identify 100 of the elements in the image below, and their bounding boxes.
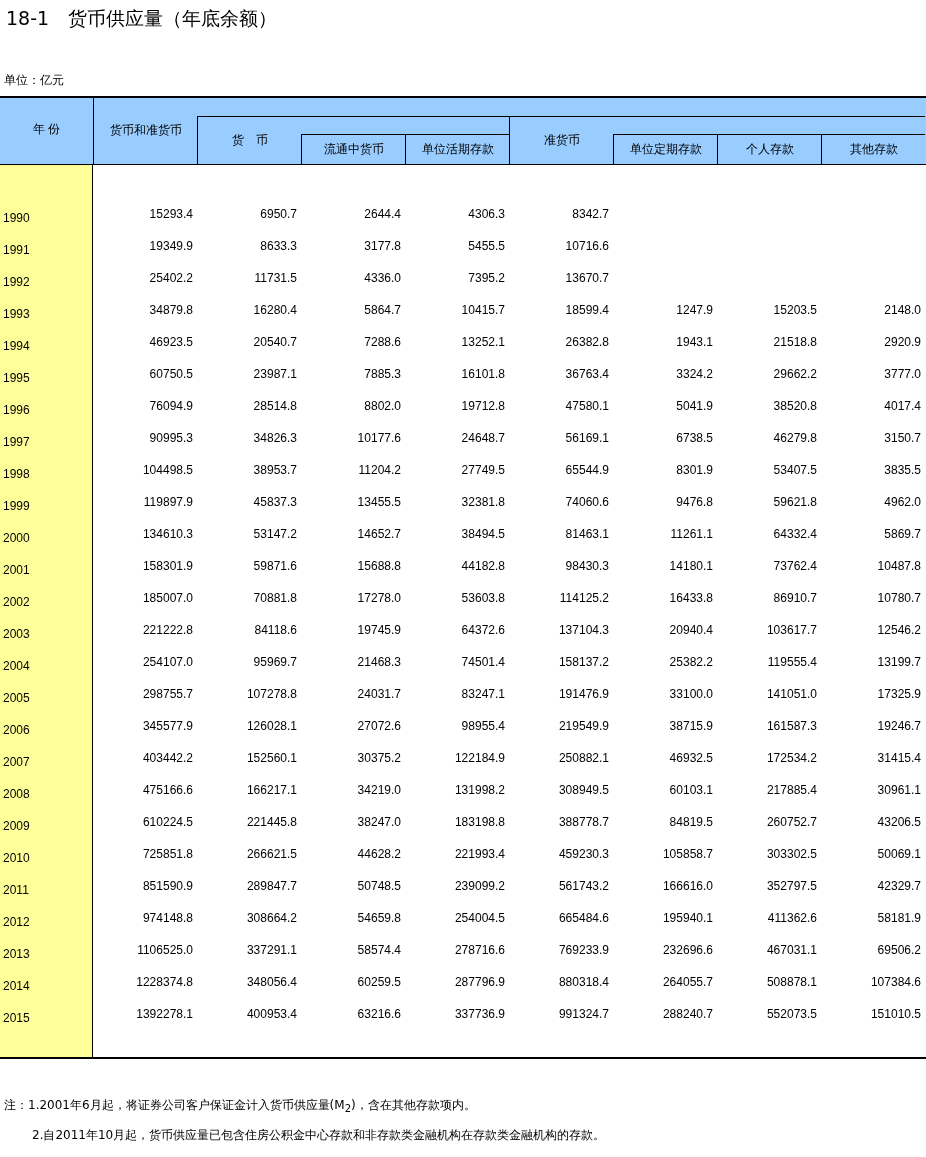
year-cell-text: 2012 [2,915,31,931]
table-cell: 16280.4 [253,303,297,317]
table-cell: 10780.7 [877,591,921,605]
table-cell: 3777.0 [884,367,921,381]
table-cell: 19745.9 [357,623,401,637]
table-cell: 98430.3 [565,559,609,573]
table-cell: 725851.8 [142,847,193,861]
table-cell: 50069.1 [877,847,921,861]
year-cell-text: 2015 [2,1011,31,1027]
table-cell: 172534.2 [766,751,817,765]
table-cell: 114125.2 [559,591,609,605]
table-cell: 250882.1 [558,751,609,765]
table-cell: 70881.8 [253,591,297,605]
table-cell: 38520.8 [773,399,817,413]
table-cell: 34879.8 [149,303,193,317]
table-cell: 137104.3 [558,623,609,637]
table-cell: 42329.7 [877,879,921,893]
table-cell: 183198.8 [454,815,505,829]
table-cell: 83247.1 [461,687,505,701]
table-cell: 508878.1 [766,975,817,989]
table-cell: 5455.5 [468,239,505,253]
table-cell: 254004.5 [454,911,505,925]
table-cell: 403442.2 [142,751,193,765]
table-cell: 26382.8 [565,335,609,349]
table-cell: 30375.2 [357,751,401,765]
table-cell: 34219.0 [357,783,401,797]
table-cell: 45837.3 [253,495,297,509]
year-cell-text: 1996 [2,403,31,419]
table-cell: 141051.0 [766,687,817,701]
table-cell: 59621.8 [773,495,817,509]
table-cell: 21518.8 [773,335,817,349]
table-cell: 221993.4 [454,847,505,861]
column-header: 年 份 [31,120,62,138]
table-cell: 1228374.8 [136,975,193,989]
year-cell-text: 1995 [2,371,31,387]
table-cell: 90995.3 [149,431,193,445]
table-cell: 15688.8 [357,559,401,573]
table-cell: 289847.7 [246,879,297,893]
table-cell: 8633.3 [260,239,297,253]
table-cell: 11731.5 [254,271,297,285]
table-cell: 7885.3 [364,367,401,381]
table-cell: 337291.1 [246,943,297,957]
table-cell: 46932.5 [669,751,713,765]
table-cell: 33100.0 [669,687,713,701]
table-cell: 8342.7 [572,207,609,221]
table-cell: 10177.6 [357,431,401,445]
table-cell: 14180.1 [669,559,713,573]
table-cell: 1943.1 [676,335,713,349]
table-title: 18-1 货币供应量（年底余额） [5,6,279,31]
table-cell: 561743.2 [558,879,609,893]
table-cell: 2148.0 [884,303,921,317]
table-cell: 36763.4 [565,367,609,381]
table-cell: 107384.6 [870,975,921,989]
table-cell: 25382.2 [669,655,713,669]
column-header: 单位活期存款 [405,134,509,164]
table-cell: 63216.6 [357,1007,401,1021]
table-cell: 38494.5 [461,527,505,541]
table-cell: 400953.4 [246,1007,297,1021]
footnote: 注：1.2001年6月起，将证券公司客户保证金计入货币供应量(M$_{2}$)，含在其他存款项内。 [4,1097,477,1117]
table-cell: 610224.5 [142,815,193,829]
table-cell: 5869.7 [884,527,921,541]
year-cell-text: 1993 [2,307,31,323]
table-cell: 266621.5 [246,847,297,861]
table-cell: 46279.8 [773,431,817,445]
table-cell: 134610.3 [142,527,193,541]
table-cell: 11261.1 [670,527,713,541]
table-cell: 60103.1 [669,783,713,797]
table-cell: 3177.8 [364,239,401,253]
column-header: 个人存款 [717,134,821,164]
year-cell-text: 1997 [2,435,31,451]
table-cell: 3835.5 [884,463,921,477]
table-cell: 4336.0 [364,271,401,285]
year-cell-text: 2000 [2,531,31,547]
table-cell: 161587.3 [766,719,817,733]
table-cell: 851590.9 [142,879,193,893]
table-cell: 103617.7 [766,623,817,637]
table-cell: 11204.2 [358,463,401,477]
table-cell: 264055.7 [662,975,713,989]
table-cell: 991324.7 [558,1007,609,1021]
table-cell: 23987.1 [253,367,297,381]
table-cell: 158301.9 [142,559,193,573]
table-cell: 76094.9 [149,399,193,413]
table-cell: 388778.7 [558,815,609,829]
table-cell: 185007.0 [142,591,193,605]
column-header: 流通中货币 [301,134,405,164]
table-cell: 31415.4 [877,751,921,765]
table-cell: 15293.4 [149,207,193,221]
table-cell: 20540.7 [253,335,297,349]
year-cell-text: 1994 [2,339,31,355]
table-cell: 232696.6 [662,943,713,957]
table-cell: 59871.6 [253,559,297,573]
year-cell-text: 2002 [2,595,31,611]
table-cell: 1247.9 [676,303,713,317]
table-cell: 29662.2 [773,367,817,381]
year-cell-text: 1990 [2,211,31,227]
year-cell-text: 2009 [2,819,31,835]
column-header: 准货币 [509,116,613,164]
table-cell: 4306.3 [468,207,505,221]
table-cell: 105858.7 [662,847,713,861]
table-cell: 18599.4 [565,303,609,317]
